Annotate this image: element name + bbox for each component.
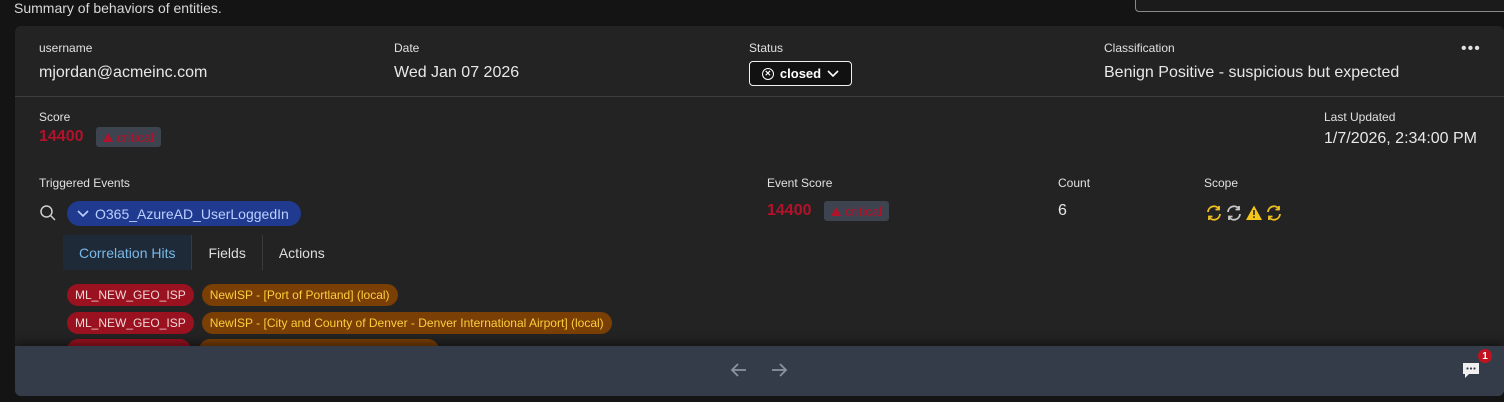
chat-icon[interactable] [1461,361,1481,379]
event-severity-label: critical [845,203,882,219]
list-item: ML_NEW_GEO_ISP NewISP - [Port of Portlan… [67,284,398,306]
detail-chip[interactable]: NewISP - [Port of Portland] (local) [201,284,398,306]
chevron-down-icon [827,69,839,77]
refresh-gray-icon [1227,205,1241,221]
tab-fields[interactable]: Fields [192,235,263,270]
scope-icons [1205,204,1283,222]
status-value: closed [779,66,822,81]
pagination-footer: 1 [15,346,1504,396]
tab-correlation-hits[interactable]: Correlation Hits [63,235,193,270]
triggered-events-label: Triggered Events [39,176,130,190]
username-value: mjordan@acmeinc.com [39,64,208,81]
date-label: Date [394,41,420,55]
count-label: Count [1058,176,1091,190]
search-input[interactable] [1135,0,1504,12]
severity-label: critical [117,129,154,145]
date-value: Wed Jan 07 2026 [394,64,520,81]
search-icon[interactable] [39,204,57,222]
classification-label: Classification [1104,41,1175,55]
status-label: Status [749,41,784,55]
event-score-value: 14400 [767,202,812,219]
severity-badge: critical [96,127,161,147]
rule-chip[interactable]: ML_NEW_GEO_ISP [67,312,194,334]
username-label: username [39,41,93,55]
page-subtitle: Summary of behaviors of entities. [14,0,222,16]
notification-badge: 1 [1478,349,1492,363]
arrow-right-icon[interactable] [769,360,789,380]
tab-actions[interactable]: Actions [263,235,341,270]
chevron-down-icon [77,209,89,217]
status-dropdown[interactable]: ✕ closed [749,61,852,86]
warning-icon [831,206,841,216]
scope-label: Scope [1204,176,1239,190]
more-options-icon[interactable]: ••• [1461,40,1481,58]
warning-icon [103,132,113,142]
last-updated-label: Last Updated [1324,110,1396,124]
detail-chip[interactable]: NewISP - [City and County of Denver - De… [201,312,612,334]
close-circle-icon: ✕ [761,67,774,80]
warning-icon [1246,205,1262,220]
refresh-yellow-icon [1267,205,1281,221]
entity-card: username mjordan@acmeinc.com Date Wed Ja… [15,26,1504,396]
refresh-yellow-icon [1207,205,1221,221]
classification-value: Benign Positive - suspicious but expecte… [1104,64,1400,81]
list-item: ML_NEW_GEO_ISP NewISP - [City and County… [67,312,612,334]
divider [15,96,1504,97]
arrow-left-icon[interactable] [729,360,749,380]
event-count-value: 6 [1058,202,1067,219]
rule-chip[interactable]: ML_NEW_GEO_ISP [67,284,194,306]
event-name: O365_AzureAD_UserLoggedIn [95,205,289,222]
score-label: Score [39,110,71,124]
last-updated-value: 1/7/2026, 2:34:00 PM [1324,130,1477,147]
score-value: 14400 [39,128,84,145]
event-score-label: Event Score [767,176,833,190]
event-severity-badge: critical [824,201,889,221]
detail-tabs: Correlation Hits Fields Actions [63,235,341,270]
event-chip[interactable]: O365_AzureAD_UserLoggedIn [67,201,301,226]
